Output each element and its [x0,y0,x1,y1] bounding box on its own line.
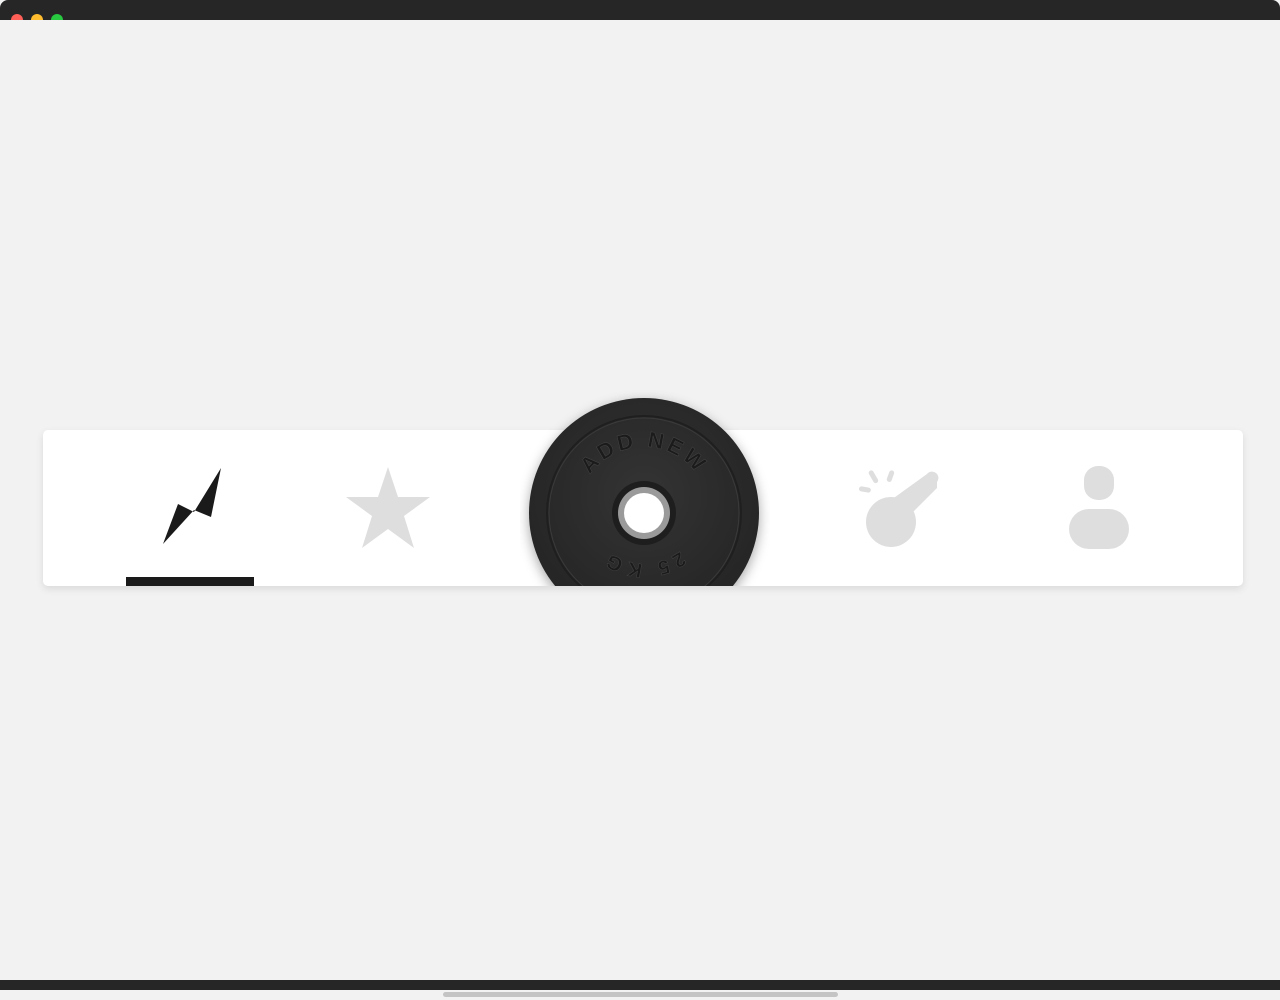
add-new-weight-plate-button[interactable]: ADD NEW 25 KG [528,397,760,586]
tab-activity[interactable] [115,430,265,586]
active-tab-indicator [126,577,254,586]
whistle-icon [858,470,939,547]
tab-coach[interactable] [825,430,975,586]
user-icon [1069,466,1129,549]
add-new-button-wrapper: ADD NEW 25 KG [520,390,770,586]
window-titlebar [0,0,1280,26]
tab-profile[interactable] [1024,430,1174,586]
tab-favorites[interactable] [313,430,463,586]
lightning-icon [163,468,221,544]
star-icon [346,467,430,548]
window-bottom-bar [0,980,1280,1000]
window-bottom-edge [0,980,1280,990]
horizontal-scrollbar[interactable] [443,992,838,997]
